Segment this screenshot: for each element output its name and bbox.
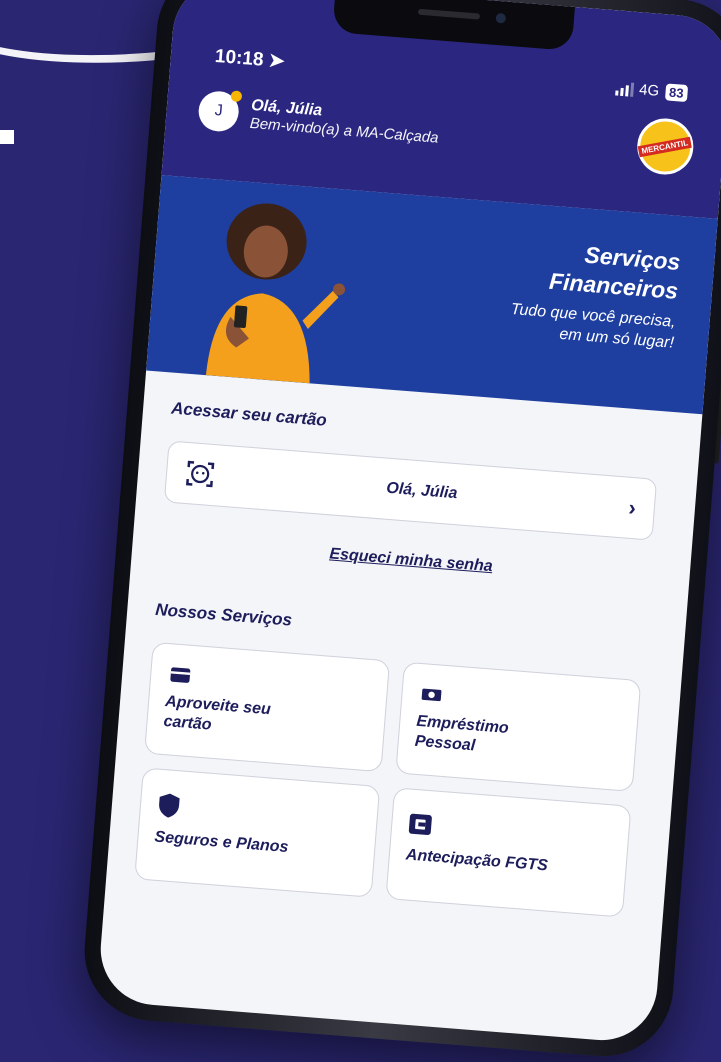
forgot-password: Esqueci minha senha [160, 532, 662, 589]
service-label: Aproveite seu cartão [163, 692, 370, 748]
access-card-label: Olá, Júlia [385, 479, 458, 503]
services-grid: Aproveite seu cartão Empréstimo Pessoal Se… [134, 641, 642, 918]
status-time-text: 10:18 [214, 45, 265, 71]
greeting-text: Olá, Júlia Bem-vindo(a) a MA-Calçada [249, 96, 440, 146]
service-card-seguros[interactable]: Seguros e Planos [134, 767, 381, 898]
phone-mockup: 10:18 ➤ 4G 83 J Olá, Júlia Bem-vindo(a) … [79, 0, 721, 1062]
chevron-right-icon: › [627, 494, 637, 521]
speaker-grille [417, 8, 481, 20]
avatar[interactable]: J [197, 89, 243, 133]
shield-icon [159, 793, 180, 818]
access-card-button[interactable]: Olá, Júlia › [163, 440, 658, 541]
service-label: Seguros e Planos [153, 828, 290, 857]
location-arrow-icon: ➤ [267, 50, 286, 73]
signal-icon [614, 81, 634, 97]
forgot-password-link[interactable]: Esqueci minha senha [329, 545, 493, 575]
camera-icon [495, 12, 507, 24]
wallet-icon [408, 813, 432, 835]
service-label: Empréstimo Pessoal [414, 712, 621, 768]
money-icon [421, 688, 442, 702]
service-card-fgts[interactable]: Antecipação FGTS [385, 787, 632, 918]
woman-illustration [205, 203, 346, 384]
service-label: Antecipação FGTS [405, 846, 549, 875]
main-content: Acessar seu cartão Olá, Júlia › Esqueci … [105, 370, 703, 940]
service-label-line2: cartão [162, 712, 213, 734]
status-time: 10:18 ➤ [214, 45, 285, 73]
phone-screen: 10:18 ➤ 4G 83 J Olá, Júlia Bem-vindo(a) … [96, 0, 721, 1045]
avatar-initial: J [214, 102, 224, 120]
battery-icon: 83 [664, 83, 689, 103]
network-label: 4G [638, 81, 660, 100]
user-greeting: J Olá, Júlia Bem-vindo(a) a MA-Calçada [197, 89, 441, 149]
notification-dot [230, 90, 243, 103]
service-card-aproveite[interactable]: Aproveite seu cartão [144, 641, 391, 773]
background-square-decoration [0, 130, 14, 144]
service-card-emprestimo[interactable]: Empréstimo Pessoal [395, 661, 642, 792]
phone-frame: 10:18 ➤ 4G 83 J Olá, Júlia Bem-vindo(a) … [79, 0, 721, 1062]
face-id-icon [185, 460, 215, 488]
card-icon [170, 667, 191, 683]
banner-tagline: Tudo que você precisa, em um só lugar! [508, 299, 676, 354]
mercantil-logo: MERCANTIL [635, 116, 696, 177]
status-indicators: 4G 83 [614, 79, 689, 103]
banner-title: Serviços Financeiros [548, 238, 681, 306]
service-label-line2: Pessoal [414, 732, 476, 755]
logo-text: MERCANTIL [638, 136, 693, 157]
